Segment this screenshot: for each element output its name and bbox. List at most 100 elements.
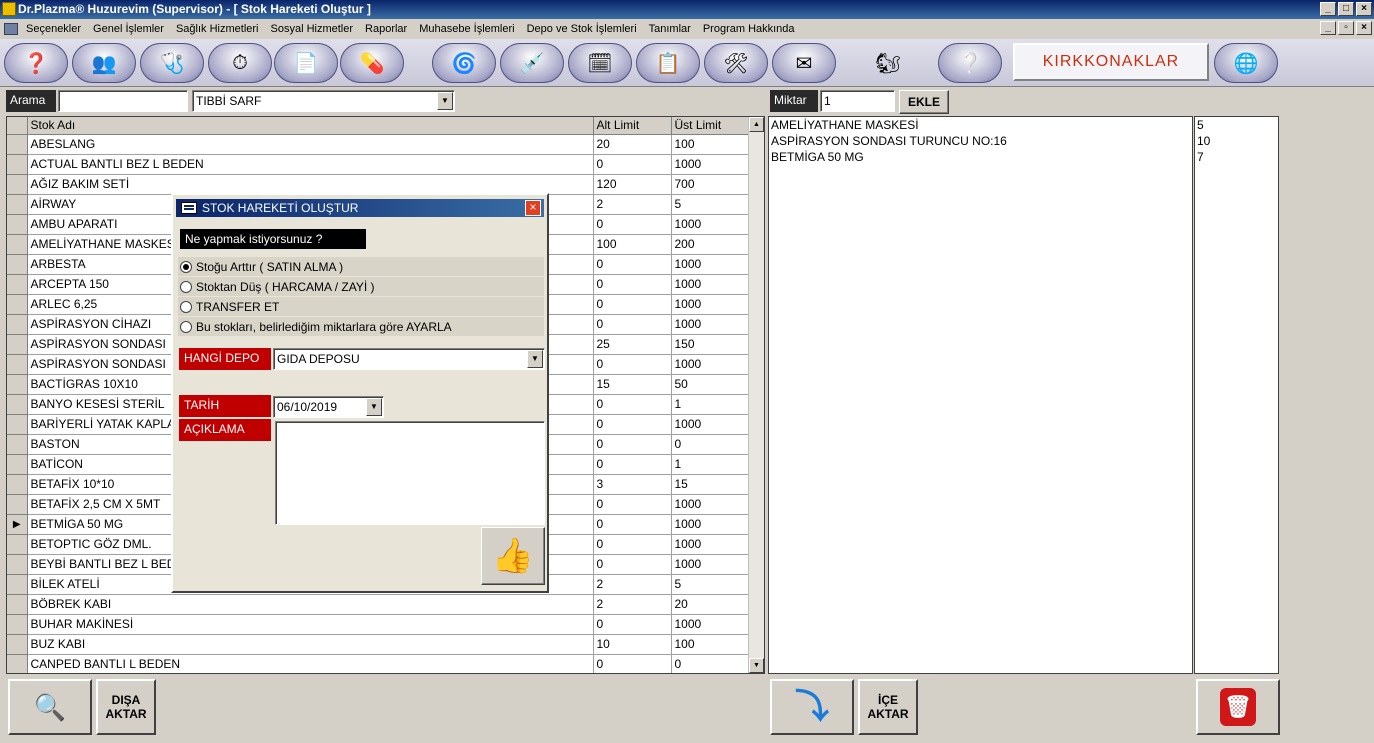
pills-icon[interactable]: 💊 [340, 43, 404, 83]
cell-alt-limit[interactable]: 0 [593, 274, 672, 295]
cell-ust-limit[interactable]: 100 [671, 134, 750, 155]
list-item[interactable]: BETMİGA 50 MG [771, 149, 1192, 165]
cell-alt-limit[interactable]: 0 [593, 214, 672, 235]
table-row[interactable]: BUZ KABI 10 100 [7, 634, 750, 655]
radio-button[interactable] [180, 300, 192, 313]
row-indicator[interactable] [7, 554, 28, 575]
checklist-icon[interactable]: 📋 [636, 43, 700, 83]
cell-alt-limit[interactable]: 0 [593, 514, 672, 535]
cell-ust-limit[interactable]: 1000 [671, 254, 750, 275]
radio-button[interactable] [180, 260, 192, 273]
ekle-button[interactable]: EKLE [899, 90, 949, 114]
cell-ust-limit[interactable]: 1000 [671, 294, 750, 315]
chevron-down-icon[interactable]: ▼ [527, 350, 543, 368]
health-tools-icon[interactable]: 🩺 [140, 43, 204, 83]
selected-quantities-list[interactable]: 5 10 7 [1194, 116, 1279, 674]
depo-select[interactable]: GIDA DEPOSU ▼ [273, 348, 545, 370]
cell-alt-limit[interactable]: 100 [593, 234, 672, 255]
table-row[interactable]: BÖBREK KABI 2 20 [7, 594, 750, 615]
row-indicator[interactable] [7, 174, 28, 195]
list-item[interactable]: AMELİYATHANE MASKESİ [771, 117, 1192, 133]
cell-alt-limit[interactable]: 15 [593, 374, 672, 395]
close-icon[interactable]: × [525, 200, 541, 216]
menu-tanimlar[interactable]: Tanımlar [649, 23, 691, 35]
row-indicator[interactable] [7, 494, 28, 515]
col-alt-limit[interactable]: Alt Limit [593, 117, 672, 135]
cell-ust-limit[interactable]: 1000 [671, 534, 750, 555]
cell-alt-limit[interactable]: 3 [593, 474, 672, 495]
mdi-child-icon[interactable] [4, 23, 18, 35]
tarih-picker[interactable]: 06/10/2019 ▼ [273, 396, 384, 418]
help-head-icon[interactable]: ❓ [4, 43, 68, 83]
row-indicator[interactable] [7, 194, 28, 215]
row-indicator[interactable] [7, 414, 28, 435]
cell-ust-limit[interactable]: 1 [671, 454, 750, 475]
cell-alt-limit[interactable]: 0 [593, 394, 672, 415]
cell-alt-limit[interactable]: 2 [593, 574, 672, 595]
col-ust-limit[interactable]: Üst Limit [671, 117, 750, 135]
cell-ust-limit[interactable]: 1000 [671, 554, 750, 575]
thumbs-up-icon[interactable]: 👍 [481, 527, 545, 585]
list-item[interactable]: 7 [1197, 149, 1278, 165]
cell-ust-limit[interactable]: 1000 [671, 614, 750, 635]
cell-ust-limit[interactable]: 1 [671, 394, 750, 415]
cell-alt-limit[interactable]: 120 [593, 174, 672, 195]
row-indicator[interactable] [7, 334, 28, 355]
row-indicator[interactable] [7, 574, 28, 595]
row-indicator[interactable] [7, 534, 28, 555]
row-indicator[interactable] [7, 614, 28, 635]
globe-exit-icon[interactable]: 🌐 [1214, 43, 1278, 83]
cell-ust-limit[interactable]: 1000 [671, 274, 750, 295]
staff-icon[interactable]: 👥 [72, 43, 136, 83]
col-stok-adi[interactable]: Stok Adı [27, 117, 594, 135]
cell-alt-limit[interactable]: 10 [593, 634, 672, 655]
cell-alt-limit[interactable]: 25 [593, 334, 672, 355]
cell-stok-adi[interactable]: BÖBREK KABI [27, 594, 594, 615]
cell-alt-limit[interactable]: 0 [593, 534, 672, 555]
word-document-icon[interactable]: 📄 [274, 43, 338, 83]
cell-ust-limit[interactable]: 1000 [671, 314, 750, 335]
cell-alt-limit[interactable]: 20 [593, 134, 672, 155]
cell-ust-limit[interactable]: 1000 [671, 494, 750, 515]
help-note-icon[interactable]: ❔ [938, 43, 1002, 83]
scroll-down-icon[interactable]: ▼ [749, 658, 764, 673]
cell-ust-limit[interactable]: 700 [671, 174, 750, 195]
cell-ust-limit[interactable]: 200 [671, 234, 750, 255]
stopwatch-icon[interactable]: ⏱ [208, 43, 272, 83]
cell-ust-limit[interactable]: 1000 [671, 414, 750, 435]
mdi-minimize-button[interactable]: _ [1320, 21, 1336, 35]
list-item[interactable]: 5 [1197, 117, 1278, 133]
row-indicator[interactable] [7, 394, 28, 415]
cell-stok-adi[interactable]: ABESLANG [27, 134, 594, 155]
row-indicator[interactable] [7, 354, 28, 375]
row-indicator[interactable] [7, 374, 28, 395]
grid-scrollbar[interactable]: ▲ ▼ [748, 117, 764, 673]
cell-ust-limit[interactable]: 15 [671, 474, 750, 495]
option-ayarla[interactable]: Bu stokları, belirlediğim miktarlara gör… [178, 317, 544, 336]
row-indicator[interactable] [7, 274, 28, 295]
cell-alt-limit[interactable]: 0 [593, 154, 672, 175]
option-satin-alma[interactable]: Stoğu Arttır ( SATIN ALMA ) [178, 257, 544, 276]
miktar-input[interactable]: 1 [820, 90, 895, 112]
mdi-close-button[interactable]: × [1356, 21, 1372, 35]
menu-muhasebe-islemleri[interactable]: Muhasebe İşlemleri [419, 23, 514, 35]
menu-depo-stok-islemleri[interactable]: Depo ve Stok İşlemleri [527, 23, 637, 35]
row-indicator[interactable] [7, 134, 28, 155]
row-indicator[interactable] [7, 294, 28, 315]
cell-stok-adi[interactable]: AĞIZ BAKIM SETİ [27, 174, 594, 195]
aciklama-textarea[interactable] [275, 421, 545, 525]
row-indicator[interactable] [7, 434, 28, 455]
calendar-dropdown-icon[interactable]: ▼ [366, 398, 382, 416]
search-input[interactable] [58, 90, 188, 112]
menu-genel-islemler[interactable]: Genel İşlemler [93, 23, 164, 35]
row-indicator[interactable] [7, 214, 28, 235]
cell-ust-limit[interactable]: 5 [671, 574, 750, 595]
category-select[interactable]: TIBBİ SARF ▼ [192, 90, 455, 112]
selected-items-list[interactable]: AMELİYATHANE MASKESİ ASPİRASYON SONDASI … [768, 116, 1193, 674]
list-item[interactable]: 10 [1197, 133, 1278, 149]
menu-raporlar[interactable]: Raporlar [365, 23, 407, 35]
table-row[interactable]: ABESLANG 20 100 [7, 134, 750, 155]
cell-alt-limit[interactable]: 0 [593, 314, 672, 335]
row-indicator[interactable] [7, 234, 28, 255]
cell-alt-limit[interactable]: 0 [593, 414, 672, 435]
